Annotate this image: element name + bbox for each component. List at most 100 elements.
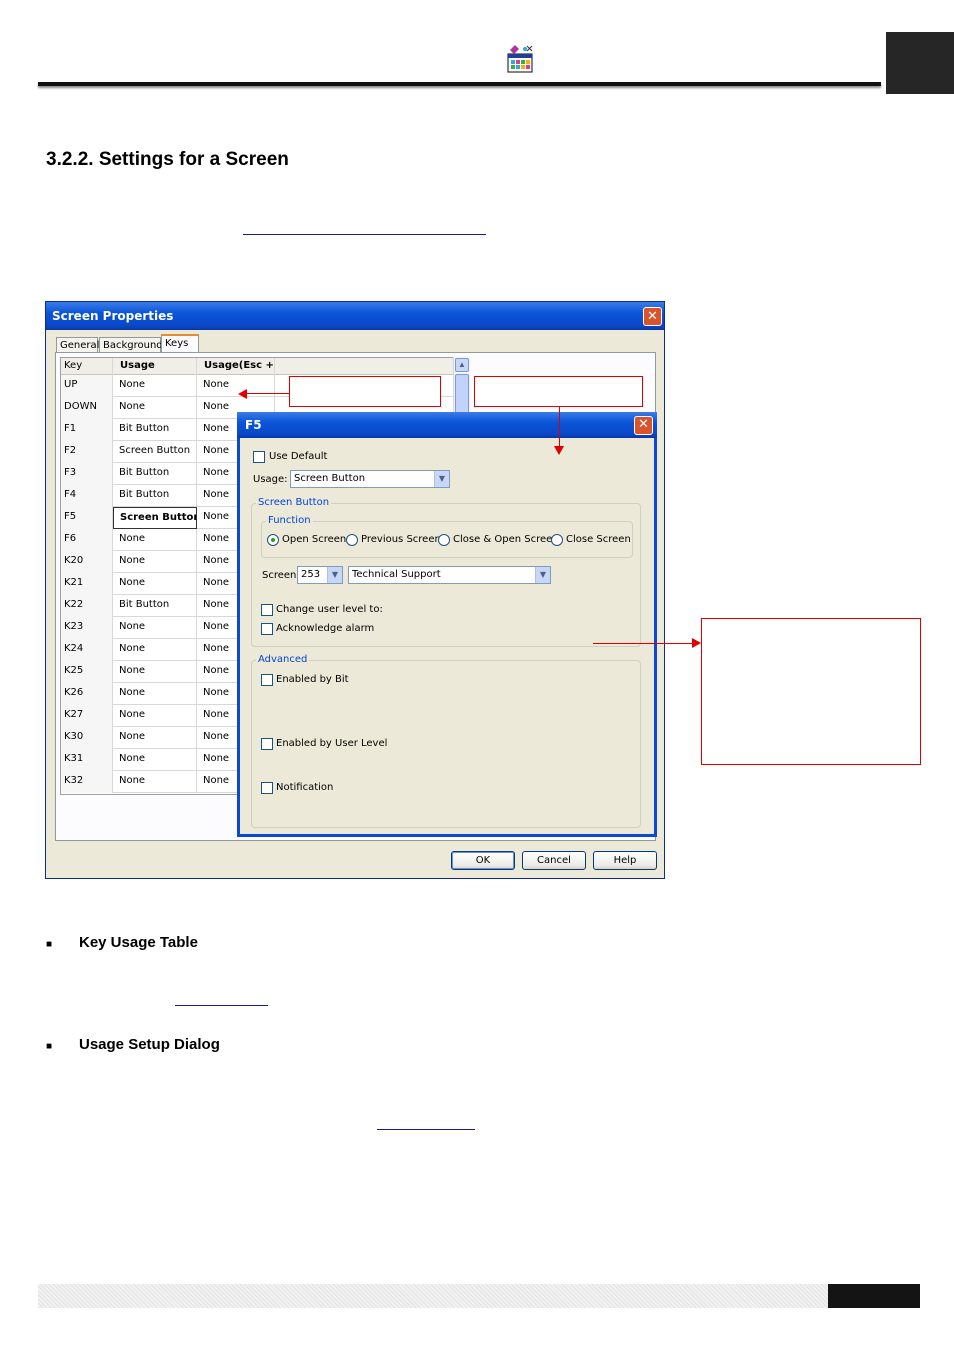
usage-select[interactable]: Screen Button ▼ xyxy=(290,470,450,488)
table-cell-usage[interactable]: None xyxy=(113,639,197,661)
use-default-checkbox[interactable] xyxy=(253,451,265,463)
close-open-screen-radio[interactable] xyxy=(438,534,450,546)
table-cell-key[interactable]: F1 xyxy=(61,419,113,441)
f5-close-icon[interactable]: ✕ xyxy=(634,416,653,435)
open-screen-radio[interactable] xyxy=(267,534,279,546)
table-cell-key[interactable]: K21 xyxy=(61,573,113,595)
close-screen-label: Close Screen xyxy=(566,534,631,545)
close-screen-radio[interactable] xyxy=(551,534,563,546)
table-cell-usage[interactable]: None xyxy=(113,551,197,573)
table-cell-usage[interactable]: Bit Button xyxy=(113,419,197,441)
table-cell-usage[interactable]: Bit Button xyxy=(113,485,197,507)
tab-keys[interactable]: Keys xyxy=(161,334,199,353)
change-user-level-checkbox[interactable] xyxy=(261,604,273,616)
table-cell-key[interactable]: K32 xyxy=(61,771,113,793)
screen-number-select[interactable]: 253 ▼ xyxy=(297,566,343,584)
previous-screen-label: Previous Screen xyxy=(361,534,441,545)
table-cell-usage[interactable]: None xyxy=(113,573,197,595)
tab-background[interactable]: Background xyxy=(99,337,163,353)
annotation-line-dialog xyxy=(559,407,560,447)
table-cell-key[interactable]: F2 xyxy=(61,441,113,463)
dialog-titlebar: Screen Properties ✕ xyxy=(46,302,664,330)
table-cell-key[interactable]: K24 xyxy=(61,639,113,661)
f5-usage-dialog: F5 ✕ Use Default Usage: Screen Button ▼ … xyxy=(237,412,657,837)
enabled-by-bit-checkbox[interactable] xyxy=(261,674,273,686)
table-cell-key[interactable]: K23 xyxy=(61,617,113,639)
table-cell-key[interactable]: F3 xyxy=(61,463,113,485)
table-cell-usage[interactable]: None xyxy=(113,661,197,683)
table-cell-key[interactable]: K27 xyxy=(61,705,113,727)
table-cell-key[interactable]: F4 xyxy=(61,485,113,507)
open-screen-label: Open Screen xyxy=(282,534,347,545)
hyperlink-underline[interactable] xyxy=(243,234,486,235)
notification-checkbox[interactable] xyxy=(261,782,273,794)
ok-button[interactable]: OK xyxy=(451,851,515,870)
column-header-key[interactable]: Key xyxy=(61,358,113,375)
table-cell-usage[interactable]: None xyxy=(113,771,197,793)
table-cell-usage[interactable]: Screen Button xyxy=(113,441,197,463)
table-cell-usage[interactable]: None xyxy=(113,683,197,705)
table-cell-usage[interactable]: None xyxy=(113,375,197,397)
table-cell-key[interactable]: F5 xyxy=(61,507,113,529)
screen-button-group-title: Screen Button xyxy=(256,497,332,508)
annotation-arrow-left-icon xyxy=(238,389,247,399)
screen-name-select[interactable]: Technical Support ▼ xyxy=(348,566,551,584)
header-rule xyxy=(38,82,881,86)
usage-select-value: Screen Button xyxy=(294,473,366,484)
acknowledge-alarm-checkbox[interactable] xyxy=(261,623,273,635)
column-header-usage-esc[interactable]: Usage(Esc +) xyxy=(197,358,275,375)
table-cell-usage[interactable]: None xyxy=(113,397,197,419)
notification-label: Notification xyxy=(276,782,334,793)
column-header-usage[interactable]: Usage xyxy=(113,358,197,375)
table-cell-usage[interactable]: None xyxy=(113,529,197,551)
app-logo-icon xyxy=(505,44,535,74)
enabled-by-user-level-checkbox[interactable] xyxy=(261,738,273,750)
screen-number-value: 253 xyxy=(301,569,321,580)
table-cell-key[interactable]: UP xyxy=(61,375,113,397)
table-cell-key[interactable]: K30 xyxy=(61,727,113,749)
annotation-box-dialog xyxy=(474,376,643,407)
annotation-arrow-right-icon xyxy=(692,638,701,648)
tab-general[interactable]: General xyxy=(56,337,99,353)
table-cell-key[interactable]: K20 xyxy=(61,551,113,573)
help-button[interactable]: Help xyxy=(593,851,657,870)
close-open-screen-label: Close & Open Screen xyxy=(453,534,559,545)
section-title: 3.2.2. Settings for a Screen xyxy=(46,149,289,170)
table-header: Key Usage Usage(Esc +) xyxy=(61,358,469,375)
previous-screen-radio[interactable] xyxy=(346,534,358,546)
table-cell-key[interactable]: K26 xyxy=(61,683,113,705)
change-user-level-label: Change user level to: xyxy=(276,604,383,615)
table-cell-key[interactable]: F6 xyxy=(61,529,113,551)
table-cell-key[interactable]: K31 xyxy=(61,749,113,771)
table-cell-usage[interactable]: None xyxy=(113,705,197,727)
table-cell-usage[interactable]: Bit Button xyxy=(113,463,197,485)
chevron-down-icon[interactable]: ▼ xyxy=(434,471,449,487)
bullet-usage-setup-dialog: Usage Setup Dialog xyxy=(79,1036,220,1053)
screen-button-group: Screen Button Function Open Screen Previ… xyxy=(251,497,641,647)
table-cell-usage[interactable]: Screen Button xyxy=(113,507,197,529)
chevron-down-icon[interactable]: ▼ xyxy=(327,567,342,583)
screen-label: Screen: xyxy=(262,570,300,581)
table-cell-usage[interactable]: None xyxy=(113,749,197,771)
cancel-button[interactable]: Cancel xyxy=(522,851,586,870)
table-cell-key[interactable]: DOWN xyxy=(61,397,113,419)
footer-bar xyxy=(38,1284,828,1308)
table-cell-key[interactable]: K22 xyxy=(61,595,113,617)
annotation-box-table xyxy=(289,376,441,407)
close-icon[interactable]: ✕ xyxy=(643,307,662,326)
square-bullet-icon: ■ xyxy=(46,1041,53,1052)
annotation-arrow-down-icon xyxy=(554,446,564,455)
usage-label: Usage: xyxy=(253,474,288,485)
square-bullet-icon: ■ xyxy=(46,939,53,950)
scroll-up-icon[interactable]: ▲ xyxy=(455,358,469,372)
hyperlink-underline[interactable] xyxy=(377,1129,475,1130)
table-cell-usage[interactable]: None xyxy=(113,727,197,749)
acknowledge-alarm-label: Acknowledge alarm xyxy=(276,623,375,634)
dialog-title: Screen Properties xyxy=(52,309,174,323)
hyperlink-underline[interactable] xyxy=(175,1005,268,1006)
table-cell-usage[interactable]: None xyxy=(113,617,197,639)
table-cell-usage[interactable]: Bit Button xyxy=(113,595,197,617)
chevron-down-icon[interactable]: ▼ xyxy=(535,567,550,583)
enabled-by-user-level-label: Enabled by User Level xyxy=(276,738,388,749)
table-cell-key[interactable]: K25 xyxy=(61,661,113,683)
